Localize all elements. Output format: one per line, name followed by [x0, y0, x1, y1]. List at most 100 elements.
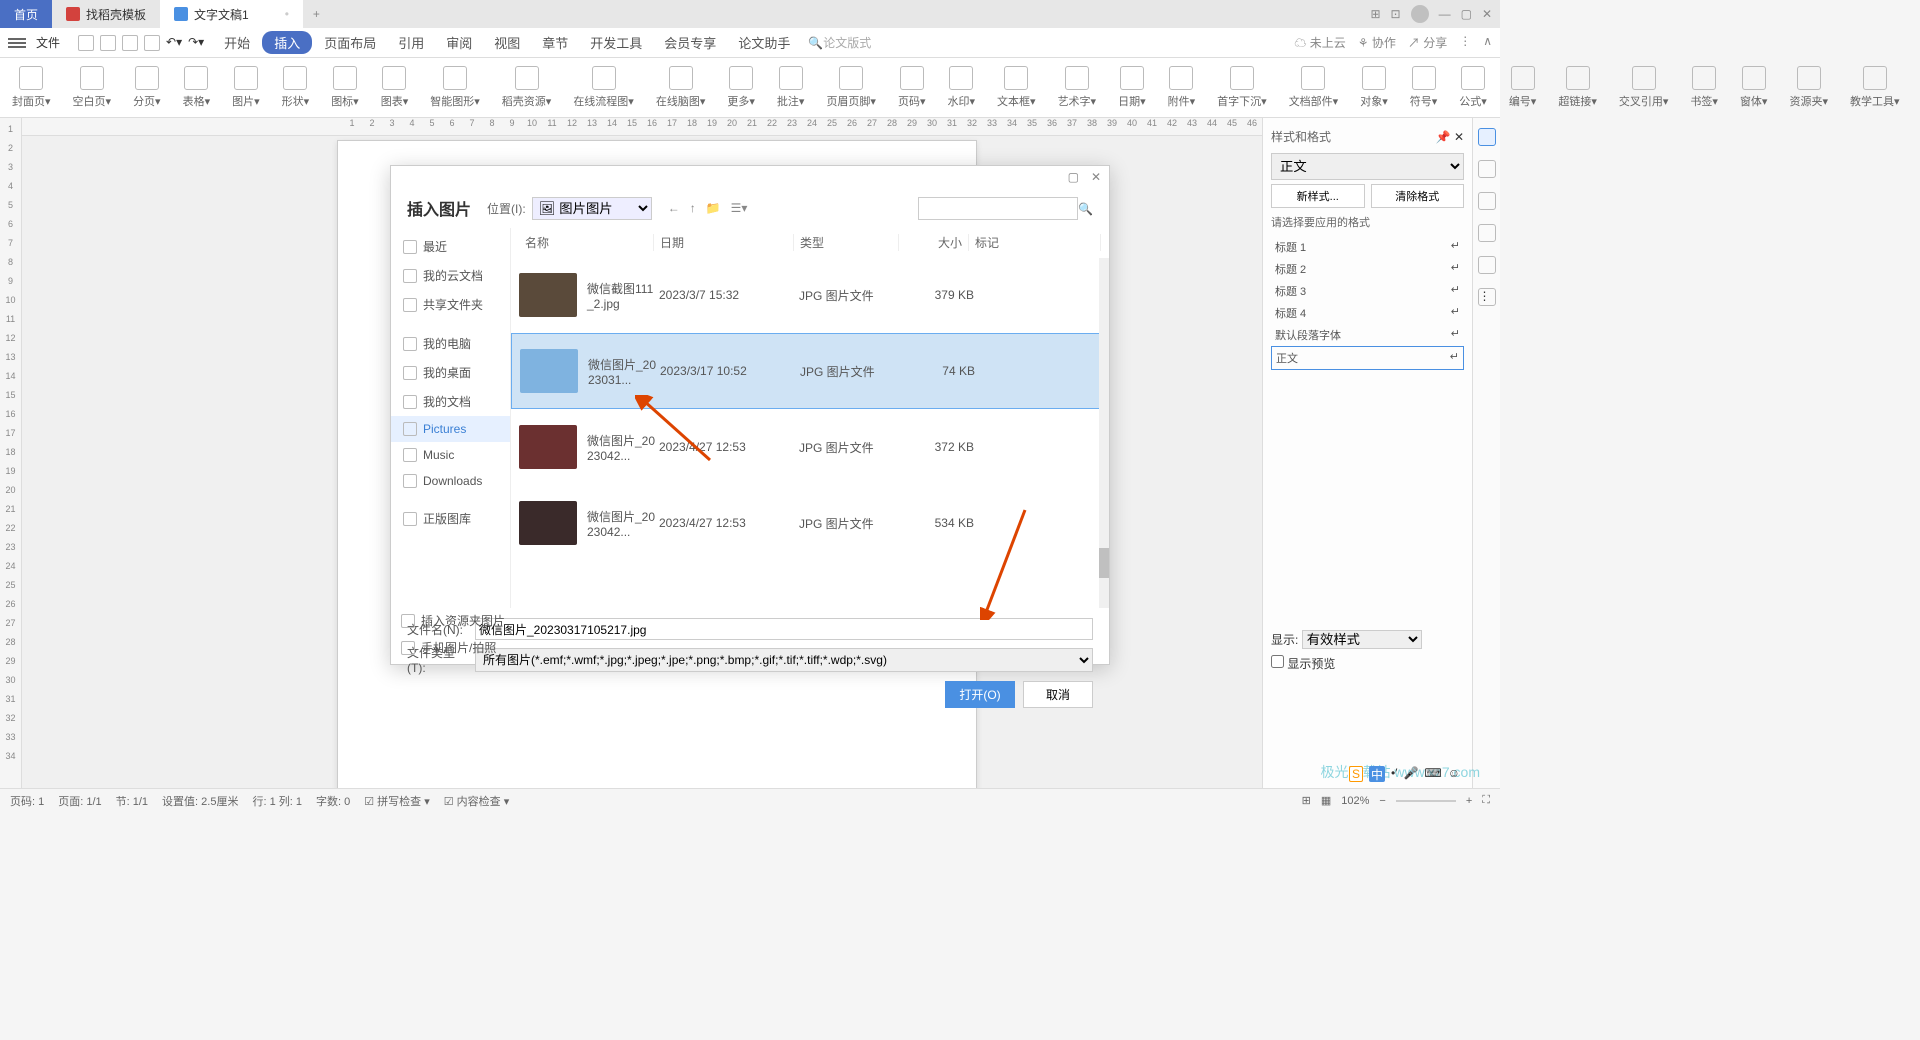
style-item[interactable]: 标题 1↵: [1271, 236, 1464, 258]
filename-input[interactable]: [475, 618, 1093, 640]
file-row[interactable]: 微信图片_2023031...2023/3/17 10:52JPG 图片文件74…: [511, 333, 1109, 409]
line-col[interactable]: 行: 1 列: 1: [252, 793, 302, 809]
filetype-select[interactable]: 所有图片(*.emf;*.wmf;*.jpg;*.jpeg;*.jpe;*.pn…: [475, 648, 1093, 672]
ribbon-文档部件[interactable]: 文档部件▾: [1289, 66, 1339, 109]
location-select[interactable]: 🖼 图片图片: [532, 197, 652, 220]
rail-location-icon[interactable]: [1478, 256, 1496, 274]
more-icon[interactable]: ⋮: [1459, 34, 1471, 51]
sb-resource[interactable]: 插入资源夹图片: [401, 612, 505, 629]
share[interactable]: ↗ 分享: [1408, 34, 1447, 51]
menu-layout[interactable]: 页面布局: [314, 33, 386, 52]
zoom-out-icon[interactable]: −: [1379, 795, 1385, 807]
rail-select-icon[interactable]: [1478, 160, 1496, 178]
rail-styles-icon[interactable]: [1478, 128, 1496, 146]
rail-settings-icon[interactable]: [1478, 192, 1496, 210]
menu-chapter[interactable]: 章节: [532, 33, 578, 52]
preview-icon[interactable]: [144, 35, 160, 51]
page-number[interactable]: 页码: 1: [10, 793, 44, 809]
sb-computer[interactable]: 我的电脑: [391, 329, 510, 358]
menu-start[interactable]: 开始: [214, 33, 260, 52]
sb-cloud[interactable]: 我的云文档: [391, 261, 510, 290]
ribbon-艺术字[interactable]: 艺术字▾: [1058, 66, 1097, 109]
rail-more-icon[interactable]: ⋮: [1478, 288, 1496, 306]
nav-newfolder-icon[interactable]: 📁: [706, 201, 721, 215]
ribbon-编号[interactable]: 编号▾: [1509, 66, 1537, 109]
file-menu[interactable]: 文件: [28, 34, 68, 51]
section[interactable]: 节: 1/1: [116, 793, 148, 809]
ribbon-分页[interactable]: 分页▾: [133, 66, 161, 109]
col-mark[interactable]: 标记: [969, 234, 1101, 251]
mode-search[interactable]: 论文版式: [823, 36, 871, 50]
ime-kbd-icon[interactable]: ⌨: [1424, 766, 1441, 782]
dialog-maximize-icon[interactable]: ▢: [1068, 170, 1079, 184]
redo-icon[interactable]: ↷▾: [188, 35, 204, 51]
col-name[interactable]: 名称: [519, 234, 654, 251]
sb-desktop[interactable]: 我的桌面: [391, 358, 510, 387]
col-size[interactable]: 大小: [899, 234, 969, 251]
tab-templates[interactable]: 找稻壳模板: [52, 0, 160, 28]
new-style-button[interactable]: 新样式...: [1271, 184, 1365, 208]
ribbon-首字下沉[interactable]: 首字下沉▾: [1217, 66, 1267, 109]
ribbon-超链接[interactable]: 超链接▾: [1558, 66, 1597, 109]
nav-up-icon[interactable]: ↑: [690, 201, 696, 215]
menu-view[interactable]: 视图: [484, 33, 530, 52]
minimize-icon[interactable]: —: [1439, 7, 1451, 21]
style-item[interactable]: 正文↵: [1271, 346, 1464, 370]
ribbon-教学工具[interactable]: 教学工具▾: [1850, 66, 1900, 109]
ribbon-在线流程图[interactable]: 在线流程图▾: [573, 66, 634, 109]
view-toggle-icon[interactable]: ⊞: [1302, 794, 1311, 807]
close-panel-icon[interactable]: ✕: [1454, 130, 1464, 144]
content-check[interactable]: ☑ 内容检查 ▾: [444, 793, 510, 809]
dialog-close-icon[interactable]: ✕: [1091, 170, 1101, 184]
zoom-value[interactable]: 102%: [1341, 795, 1369, 807]
style-item[interactable]: 标题 4↵: [1271, 302, 1464, 324]
ribbon-公式[interactable]: 公式▾: [1459, 66, 1487, 109]
open-button[interactable]: 打开(O): [945, 681, 1015, 708]
close-icon[interactable]: ✕: [1482, 7, 1492, 21]
sb-documents[interactable]: 我的文档: [391, 387, 510, 416]
file-row[interactable]: 微信图片_2023042...2023/4/27 12:53JPG 图片文件53…: [511, 485, 1109, 561]
ime-cn-icon[interactable]: 中: [1369, 766, 1385, 782]
ribbon-图标[interactable]: 图标▾: [331, 66, 359, 109]
ime-icon[interactable]: S: [1349, 766, 1363, 782]
clear-format-button[interactable]: 清除格式: [1371, 184, 1465, 208]
ribbon-附件[interactable]: 附件▾: [1168, 66, 1196, 109]
menu-vip[interactable]: 会员专享: [654, 33, 726, 52]
ribbon-智能图形[interactable]: 智能图形▾: [430, 66, 480, 109]
file-row[interactable]: 微信截图111_2.jpg2023/3/7 15:32JPG 图片文件379 K…: [511, 257, 1109, 333]
ribbon-页码[interactable]: 页码▾: [898, 66, 926, 109]
menu-paper[interactable]: 论文助手: [728, 33, 800, 52]
ribbon-资源夹[interactable]: 资源夹▾: [1789, 66, 1828, 109]
menu-reference[interactable]: 引用: [388, 33, 434, 52]
ribbon-图片[interactable]: 图片▾: [232, 66, 260, 109]
ribbon-批注[interactable]: 批注▾: [777, 66, 805, 109]
hamburger-icon[interactable]: [8, 38, 26, 48]
save-icon[interactable]: [100, 35, 116, 51]
ribbon-符号[interactable]: 符号▾: [1410, 66, 1438, 109]
ribbon-在线脑图[interactable]: 在线脑图▾: [656, 66, 706, 109]
menu-review[interactable]: 审阅: [436, 33, 482, 52]
ribbon-表格[interactable]: 表格▾: [183, 66, 211, 109]
tab-home[interactable]: 首页: [0, 0, 52, 28]
style-item[interactable]: 标题 3↵: [1271, 280, 1464, 302]
ribbon-图表[interactable]: 图表▾: [381, 66, 409, 109]
sb-pictures[interactable]: Pictures: [391, 416, 510, 442]
ribbon-水印[interactable]: 水印▾: [948, 66, 976, 109]
layout-icon[interactable]: ⊞: [1370, 7, 1380, 21]
style-item[interactable]: 默认段落字体↵: [1271, 324, 1464, 346]
cloud-status[interactable]: ☁ 未上云: [1294, 34, 1345, 51]
ribbon-封面页[interactable]: 封面页▾: [12, 66, 51, 109]
nav-view-icon[interactable]: ☰▾: [731, 201, 748, 215]
preview-checkbox[interactable]: [1271, 655, 1284, 668]
col-type[interactable]: 类型: [794, 234, 899, 251]
avatar-icon[interactable]: [1411, 5, 1429, 23]
col-date[interactable]: 日期: [654, 234, 794, 251]
apps-icon[interactable]: ⊡: [1391, 7, 1401, 21]
ime-punct-icon[interactable]: •′: [1391, 766, 1397, 782]
sb-share[interactable]: 共享文件夹: [391, 290, 510, 319]
zoom-slider[interactable]: [1396, 800, 1456, 802]
maximize-icon[interactable]: ▢: [1461, 7, 1472, 21]
zoom-in-icon[interactable]: +: [1466, 795, 1472, 807]
sb-recent[interactable]: 最近: [391, 232, 510, 261]
fit-icon[interactable]: ⛶: [1482, 794, 1490, 807]
